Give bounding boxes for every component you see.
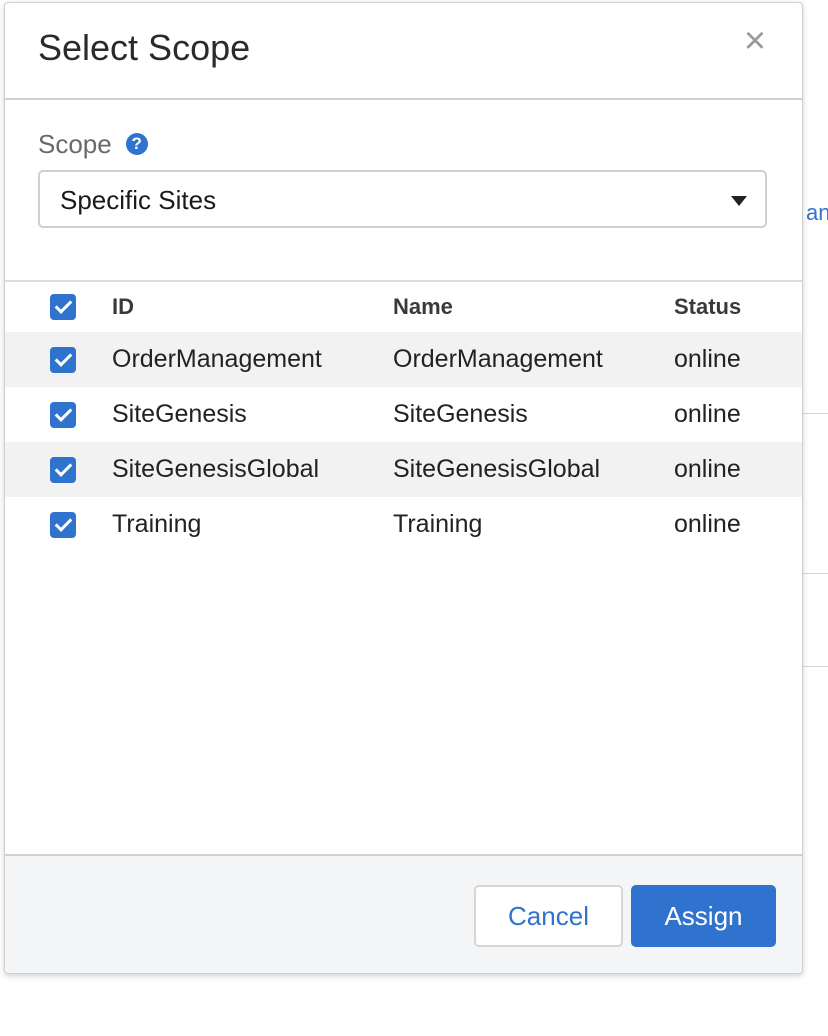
sites-table: ID Name Status OrderManagement OrderMana…: [5, 280, 802, 552]
site-id: SiteGenesisGlobal: [112, 455, 320, 483]
scope-select[interactable]: Specific Sites: [38, 170, 767, 228]
row-checkbox[interactable]: [50, 511, 76, 538]
table-row[interactable]: Training Training online: [5, 497, 802, 552]
table-row[interactable]: OrderManagement OrderManagement online: [5, 332, 802, 387]
scope-label: Scope: [38, 128, 112, 159]
dialog-title: Select Scope: [38, 27, 251, 68]
table-row[interactable]: SiteGenesis SiteGenesis online: [5, 387, 802, 442]
row-checkbox[interactable]: [50, 401, 76, 428]
assign-button[interactable]: Assign: [631, 885, 776, 947]
column-header-id[interactable]: ID: [112, 282, 134, 332]
site-name: Training: [393, 510, 483, 538]
table-row[interactable]: SiteGenesisGlobal SiteGenesisGlobal onli…: [5, 442, 802, 497]
site-status: online: [674, 510, 741, 538]
background-divider: [800, 573, 828, 574]
select-all-cell: [50, 282, 76, 332]
row-checkbox-cell: [50, 442, 76, 497]
row-checkbox-cell: [50, 497, 76, 552]
site-status: online: [674, 400, 741, 428]
column-header-name[interactable]: Name: [393, 282, 453, 332]
close-icon[interactable]: ×: [738, 21, 772, 61]
select-all-checkbox[interactable]: [50, 294, 76, 320]
help-icon[interactable]: ?: [125, 133, 148, 155]
site-name: OrderManagement: [393, 345, 603, 373]
dialog-footer: Cancel Assign: [5, 854, 802, 973]
background-divider: [800, 666, 828, 667]
site-id: Training: [112, 510, 202, 538]
site-status: online: [674, 345, 741, 373]
row-checkbox[interactable]: [50, 456, 76, 483]
scope-select-value: Specific Sites: [60, 185, 217, 215]
dialog-header: Select Scope ×: [5, 3, 802, 100]
row-checkbox[interactable]: [50, 346, 76, 373]
scope-label-row: Scope ?: [38, 129, 148, 159]
cancel-button[interactable]: Cancel: [474, 885, 623, 947]
site-id: OrderManagement: [112, 345, 322, 373]
column-header-status[interactable]: Status: [674, 282, 741, 332]
row-checkbox-cell: [50, 387, 76, 442]
table-header-row: ID Name Status: [5, 282, 802, 332]
site-id: SiteGenesis: [112, 400, 247, 428]
select-scope-dialog: Select Scope × Scope ? Specific Sites ID…: [4, 2, 803, 974]
site-name: SiteGenesis: [393, 400, 528, 428]
chevron-down-icon: [731, 196, 747, 206]
site-status: online: [674, 455, 741, 483]
site-name: SiteGenesisGlobal: [393, 455, 601, 483]
background-divider: [800, 413, 828, 414]
background-link-fragment: an: [806, 200, 828, 225]
row-checkbox-cell: [50, 332, 76, 387]
